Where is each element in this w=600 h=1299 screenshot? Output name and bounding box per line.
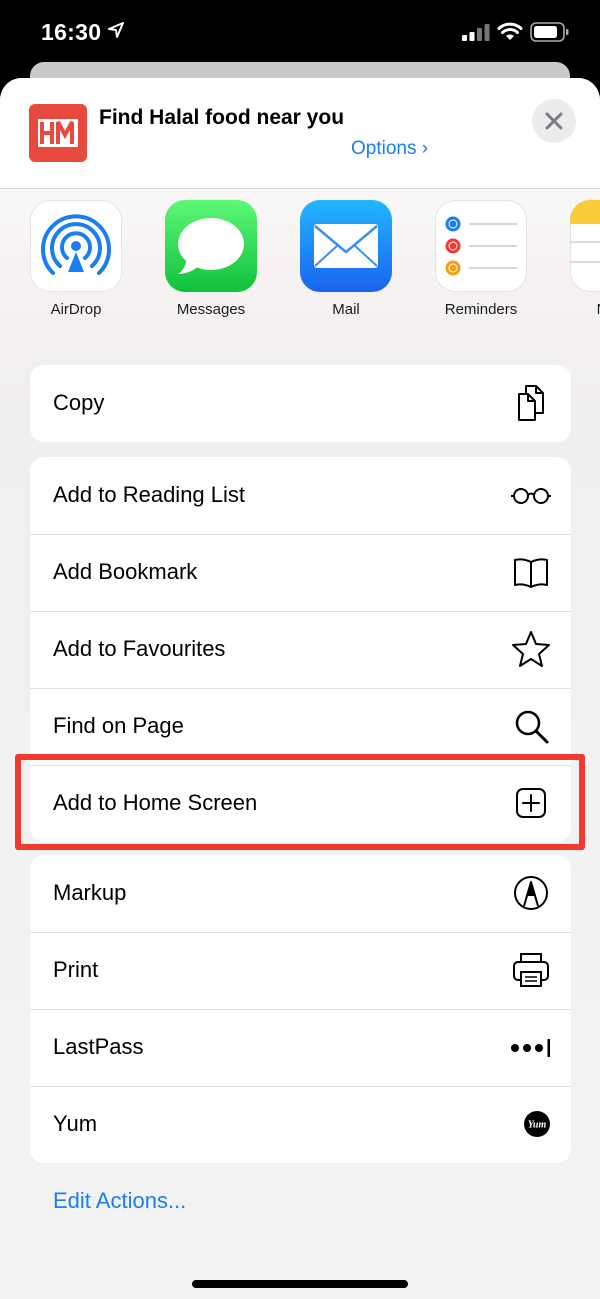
action-label: Find on Page [53,713,184,738]
action-copy[interactable]: Copy [30,365,571,442]
action-label: LastPass [53,1034,144,1059]
share-app-label: AirDrop [50,301,102,318]
action-add-to-favourites[interactable]: Add to Favourites [30,611,571,688]
share-app-label: Reminders [444,301,518,318]
share-apps-row: AirDrop Messages Mail Reminders [0,200,600,340]
action-group-copy: Copy [30,365,571,442]
action-label: Add to Favourites [53,636,226,661]
action-yum[interactable]: Yum Yum [30,1086,571,1163]
status-bar: 16:30 [0,0,600,66]
status-time: 16:30 [41,19,102,45]
notes-icon [570,200,600,292]
action-print[interactable]: Print [30,932,571,1009]
mail-icon [300,200,392,292]
action-label: Markup [53,880,127,905]
glasses-icon [511,488,551,504]
printer-icon [513,953,549,987]
share-app-airdrop[interactable]: AirDrop [11,200,141,340]
halal-logo-icon: HM [38,119,78,147]
magnifier-icon [515,710,549,744]
copy-icon [518,385,544,421]
lastpass-icon [511,1039,550,1057]
markup-icon [514,876,548,910]
page-title: Find Halal food near you [99,106,345,129]
action-group-extensions: Markup Print LastPass Yum Yum [30,855,571,1163]
share-app-label: Mail [332,301,360,318]
share-app-mail[interactable]: Mail [281,200,411,340]
site-logo: HM [29,104,87,162]
action-add-bookmark[interactable]: Add Bookmark [30,534,571,611]
yum-logo-text: Yum [528,1120,547,1131]
edit-actions-button[interactable]: Edit Actions... [53,1188,186,1214]
options-link[interactable]: Options › [351,138,428,160]
action-label: Copy [53,390,105,415]
star-icon [512,631,550,667]
action-lastpass[interactable]: LastPass [30,1009,571,1086]
reminders-icon [435,200,527,292]
book-icon [514,558,548,588]
plus-square-icon [516,788,546,818]
battery-icon [530,22,569,42]
action-add-to-home-screen[interactable]: Add to Home Screen [30,765,571,842]
yum-icon: Yum [524,1111,550,1137]
action-add-to-reading-list[interactable]: Add to Reading List [30,457,571,534]
action-markup[interactable]: Markup [30,855,571,932]
action-group-safari: Add to Reading List Add Bookmark Add to … [30,457,571,842]
action-label: Print [53,957,99,982]
share-app-reminders[interactable]: Reminders [416,200,546,340]
share-app-label: N [537,301,600,318]
action-label: Add Bookmark [53,559,198,584]
action-label: Add to Home Screen [53,790,258,815]
close-button[interactable] [532,99,576,143]
share-app-notes[interactable]: N [551,200,600,340]
action-label: Add to Reading List [53,482,246,507]
location-arrow-icon [108,22,124,38]
share-sheet: HM Find Halal food near you Options › A [0,78,600,1299]
share-app-messages[interactable]: Messages [146,200,276,340]
action-find-on-page[interactable]: Find on Page [30,688,571,765]
share-app-label: Messages [176,301,246,318]
wifi-icon [497,22,523,40]
airdrop-icon [30,200,122,292]
home-indicator[interactable] [192,1280,408,1288]
share-sheet-header: HM Find Halal food near you Options › [0,78,600,189]
close-icon [545,112,563,130]
cellular-signal-icon [462,24,490,41]
action-label: Yum [53,1111,98,1136]
messages-icon [165,200,257,292]
